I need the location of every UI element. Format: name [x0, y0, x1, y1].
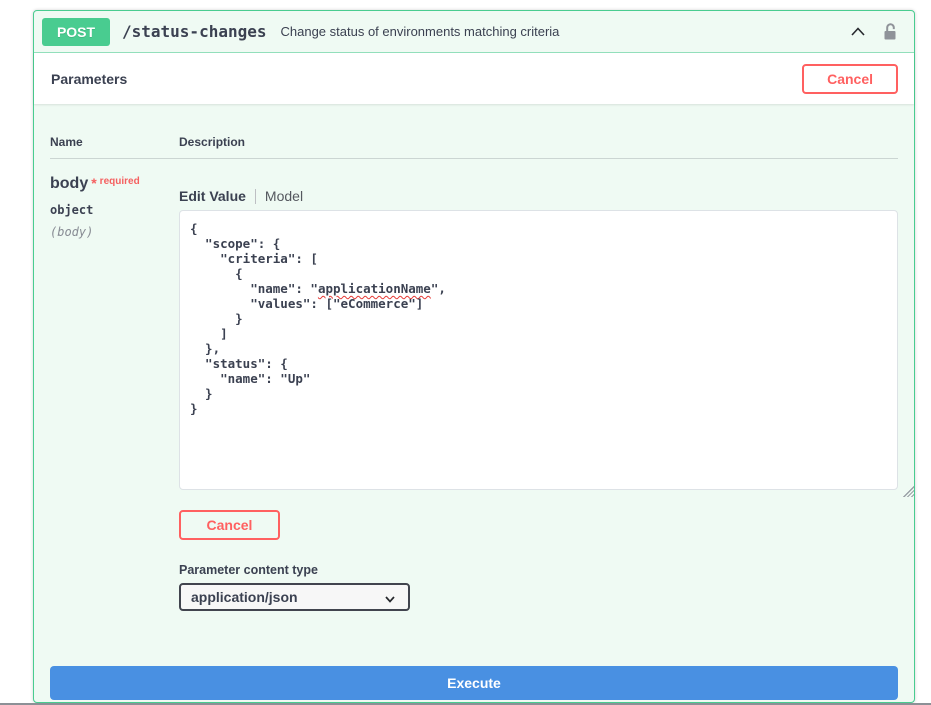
description-column-header: Description	[179, 135, 898, 149]
parameters-table-header: Name Description	[50, 104, 898, 159]
textarea-resize-grip[interactable]	[903, 486, 914, 497]
chevron-down-icon	[382, 591, 398, 607]
parameters-body: Name Description body* required object (b…	[34, 104, 914, 705]
http-method-badge: POST	[42, 18, 110, 46]
parameter-content-type: Parameter content type application/json	[179, 563, 898, 611]
operation-description: Change status of environments matching c…	[281, 24, 560, 39]
operation-summary-bar[interactable]: POST /status-changes Change status of en…	[34, 11, 914, 53]
required-asterisk: *	[91, 175, 96, 191]
parameter-type: object	[50, 203, 179, 217]
content-type-select[interactable]: application/json	[179, 583, 410, 611]
parameter-location: (body)	[50, 225, 179, 239]
editor-cancel-button[interactable]: Cancel	[179, 510, 280, 540]
cancel-try-out-button[interactable]: Cancel	[802, 64, 898, 94]
parameter-name-column: body* required object (body)	[50, 175, 179, 611]
name-column-header: Name	[50, 135, 179, 149]
parameters-section-header: Parameters Cancel	[34, 53, 914, 104]
collapse-chevron-up-icon[interactable]	[848, 22, 868, 42]
content-type-label: Parameter content type	[179, 563, 898, 577]
parameter-name: body* required	[50, 175, 179, 193]
request-body-editor[interactable]: { "scope": { "criteria": [ { "name": "ap…	[179, 210, 898, 490]
content-type-selected-value: application/json	[191, 589, 298, 605]
execute-button[interactable]: Execute	[50, 666, 898, 700]
operation-path: /status-changes	[122, 22, 267, 41]
unlocked-padlock-icon[interactable]	[880, 22, 900, 42]
tab-divider	[255, 189, 256, 204]
body-editor-tabs: Edit Value Model	[179, 188, 898, 204]
parameters-title: Parameters	[51, 71, 127, 87]
summary-controls	[848, 22, 900, 42]
parameter-name-text: body	[50, 175, 88, 192]
tab-edit-value[interactable]: Edit Value	[179, 188, 246, 204]
required-label: required	[100, 176, 140, 187]
operation-block-post: POST /status-changes Change status of en…	[33, 10, 915, 703]
body-parameter-row: body* required object (body) Edit Value M…	[50, 159, 898, 611]
parameter-description-column: Edit Value Model { "scope": { "criteria"…	[179, 175, 898, 611]
tab-model[interactable]: Model	[265, 188, 303, 204]
